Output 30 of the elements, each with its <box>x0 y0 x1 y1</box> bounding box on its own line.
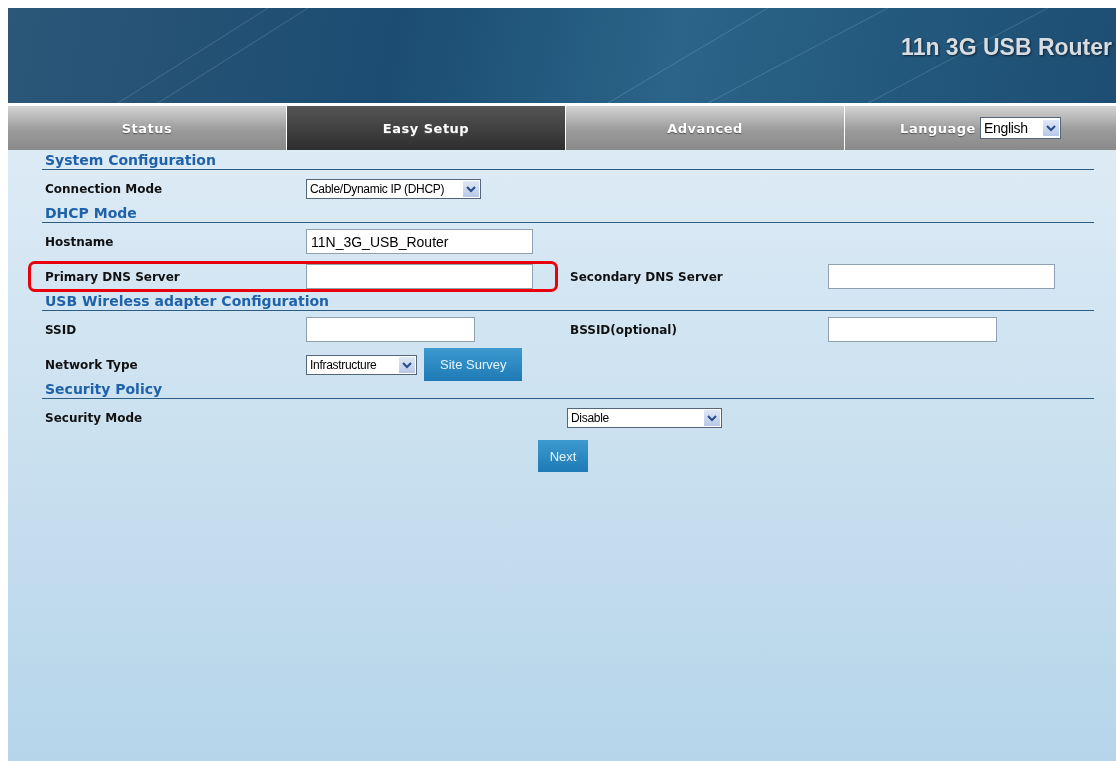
section-title: Security Policy <box>42 381 1094 399</box>
caret-icon <box>399 356 415 373</box>
section-title: USB Wireless adapter Configuration <box>42 293 1094 311</box>
field-label: Secondary DNS Server <box>569 269 724 284</box>
dropdown[interactable]: Infrastructure <box>306 354 417 375</box>
section-title: DHCP Mode <box>42 205 1094 223</box>
caret-icon <box>463 180 479 197</box>
field-label: Primary DNS Server <box>44 269 181 284</box>
field-label: Security Mode <box>44 410 144 425</box>
field-label: BSSID(optional) <box>569 322 678 337</box>
field-label: Connection Mode <box>44 181 164 196</box>
text-field[interactable] <box>828 317 997 342</box>
caret-icon <box>704 409 720 426</box>
site-survey-button[interactable]: Site Survey <box>424 348 523 381</box>
field-label: Network Type <box>44 357 139 372</box>
text-field[interactable] <box>306 264 533 289</box>
language-label: Language <box>900 120 976 136</box>
field-label: SSID <box>44 322 78 337</box>
dropdown[interactable]: Disable <box>567 407 722 428</box>
product-title: 11n 3G USB Router <box>901 34 1112 61</box>
language-dropdown[interactable]: English <box>979 117 1061 139</box>
caret-icon <box>1042 120 1059 136</box>
dropdown[interactable]: Cable/Dynamic IP (DHCP) <box>306 178 481 199</box>
text-field[interactable]: 11N_3G_USB_Router <box>306 229 533 254</box>
text-field[interactable] <box>306 317 475 342</box>
text-field[interactable] <box>828 264 1055 289</box>
section-title: System Configuration <box>42 152 1094 170</box>
field-label: Hostname <box>44 234 115 249</box>
next-button[interactable]: Next <box>537 440 589 472</box>
nav-tab[interactable]: Easy Setup <box>287 106 566 150</box>
